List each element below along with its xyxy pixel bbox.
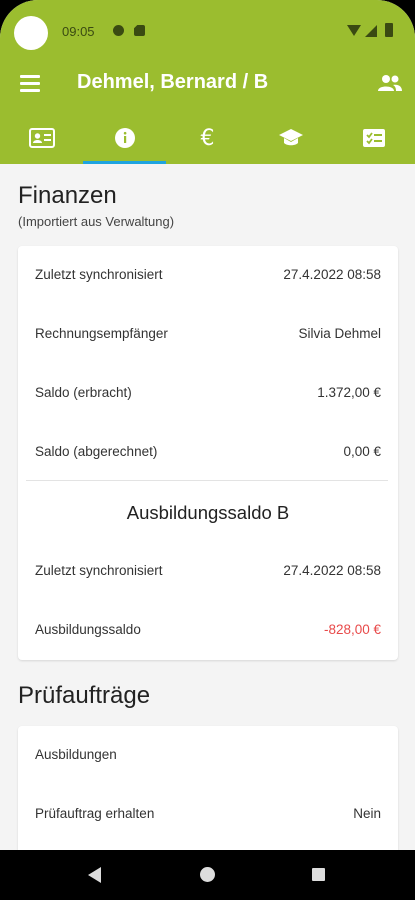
- people-icon[interactable]: [377, 74, 403, 92]
- row-label: Prüfauftrag erhalten: [35, 806, 155, 821]
- menu-icon[interactable]: [20, 75, 40, 92]
- euro-icon: €: [200, 125, 215, 151]
- contact-card-icon: [28, 128, 55, 148]
- tab-info[interactable]: [83, 112, 166, 164]
- section-subtitle-finanzen: (Importiert aus Verwaltung): [18, 214, 175, 229]
- tab-education[interactable]: [249, 112, 332, 164]
- home-icon[interactable]: [200, 867, 215, 882]
- screen: 09:05 Dehmel, Bernard / B € Finanzen (Im…: [0, 0, 415, 850]
- row-value: 1.372,00 €: [317, 385, 381, 400]
- tab-finance[interactable]: €: [166, 112, 249, 164]
- checklist-icon: [362, 129, 385, 147]
- camera-cutout: [14, 16, 48, 50]
- pruefauftraege-card: Ausbildungen Prüfauftrag erhalten Nein: [18, 726, 398, 850]
- divider: [26, 480, 388, 481]
- signal-icon: [365, 25, 377, 37]
- info-row: Saldo (erbracht) 1.372,00 €: [18, 385, 398, 405]
- device-frame: 09:05 Dehmel, Bernard / B € Finanzen (Im…: [0, 0, 415, 900]
- row-value: 27.4.2022 08:58: [283, 267, 381, 282]
- tab-bar: €: [0, 112, 415, 164]
- app-bar: Dehmel, Bernard / B: [0, 56, 415, 112]
- wifi-icon: [347, 25, 361, 36]
- row-label: Zuletzt synchronisiert: [35, 563, 163, 578]
- row-value: Nein: [353, 806, 381, 821]
- finance-card: Zuletzt synchronisiert 27.4.2022 08:58 R…: [18, 246, 398, 660]
- status-bar: 09:05: [0, 0, 415, 56]
- status-time: 09:05: [62, 24, 95, 39]
- row-label: Ausbildungen: [35, 747, 117, 762]
- info-row: Zuletzt synchronisiert 27.4.2022 08:58: [18, 563, 398, 583]
- graduation-cap-icon: [278, 129, 303, 146]
- row-label: Saldo (erbracht): [35, 385, 132, 400]
- battery-icon: [385, 23, 393, 37]
- info-row: Zuletzt synchronisiert 27.4.2022 08:58: [18, 267, 398, 287]
- sd-card-icon: [134, 25, 145, 36]
- section-title-pruefauftraege: Prüfaufträge: [18, 682, 151, 709]
- row-value: 0,00 €: [343, 444, 381, 459]
- info-row: Ausbildungssaldo -828,00 €: [18, 622, 398, 642]
- info-icon: [114, 128, 135, 148]
- ausbildungssaldo-value: -828,00 €: [323, 622, 381, 637]
- section-title-finanzen: Finanzen: [18, 182, 117, 209]
- row-value: Silvia Dehmel: [298, 326, 381, 341]
- tab-contact[interactable]: [0, 112, 83, 164]
- back-icon[interactable]: [88, 867, 101, 883]
- info-row: Prüfauftrag erhalten Nein: [18, 806, 398, 826]
- row-label: Zuletzt synchronisiert: [35, 267, 163, 282]
- ausbildungssaldo-heading: Ausbildungssaldo B: [126, 502, 290, 523]
- info-row: Ausbildungen: [18, 747, 398, 767]
- row-label: Rechnungsempfänger: [35, 326, 168, 341]
- row-label: Ausbildungssaldo: [35, 622, 141, 637]
- content-scroll[interactable]: Finanzen (Importiert aus Verwaltung) Zul…: [0, 164, 415, 850]
- info-row: Rechnungsempfänger Silvia Dehmel: [18, 326, 398, 346]
- row-label: Saldo (abgerechnet): [35, 444, 158, 459]
- recent-apps-icon[interactable]: [312, 868, 325, 881]
- page-title: Dehmel, Bernard / B: [77, 71, 269, 93]
- system-nav-bar: [0, 850, 415, 900]
- row-value: 27.4.2022 08:58: [283, 563, 381, 578]
- dnd-icon: [113, 25, 124, 36]
- info-row: Saldo (abgerechnet) 0,00 €: [18, 444, 398, 464]
- tab-checklist[interactable]: [332, 112, 415, 164]
